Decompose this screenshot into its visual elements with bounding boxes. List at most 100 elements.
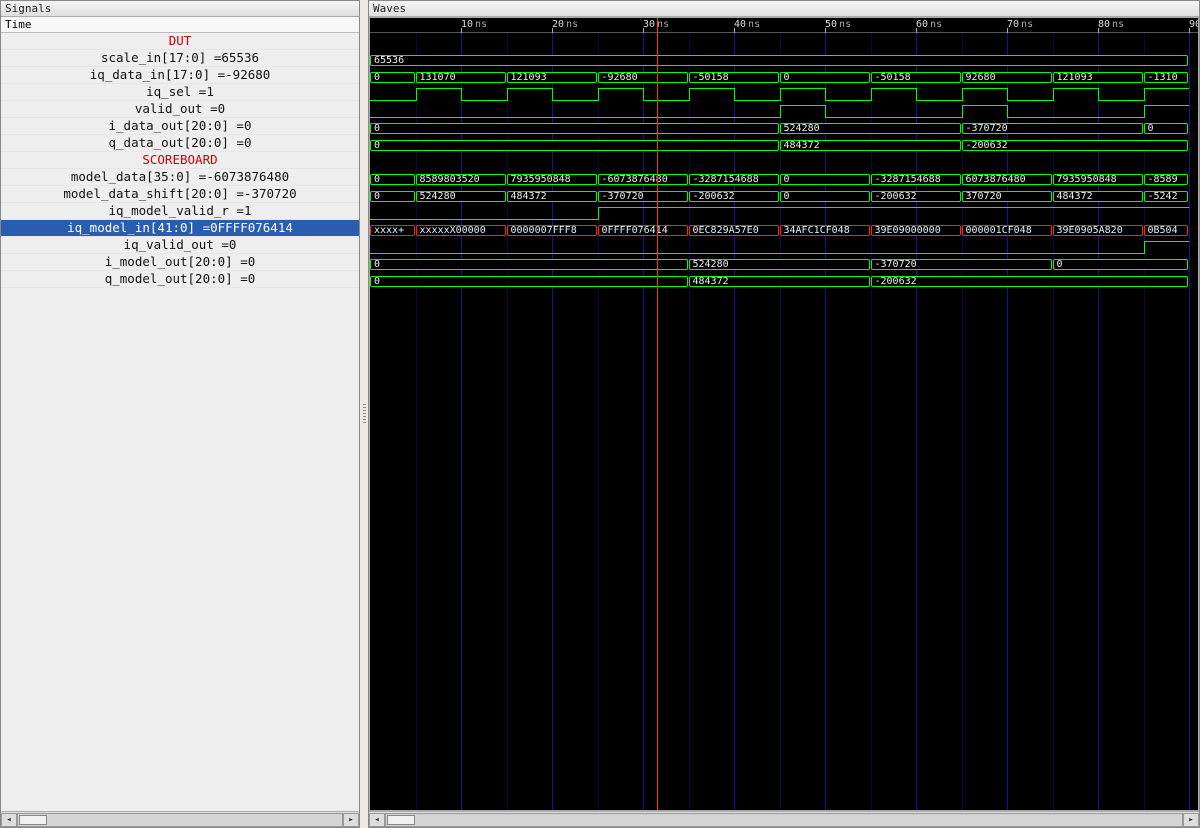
bus-segment: 0FFFF076414 [598, 225, 688, 236]
wave-row[interactable] [370, 86, 1198, 103]
scroll-left-icon[interactable]: ◂ [369, 813, 385, 827]
signal-row[interactable]: iq_data_in[17:0] =-92680 [1, 67, 359, 84]
panel-splitter[interactable] [360, 0, 368, 828]
scroll-thumb[interactable] [19, 815, 47, 825]
bus-segment: -200632 [962, 140, 1189, 151]
bus-segment: 6073876480 [962, 174, 1052, 185]
bit-line [962, 88, 1008, 89]
signal-row[interactable]: iq_sel =1 [1, 84, 359, 101]
bus-segment: 0000007FFF8 [507, 225, 597, 236]
bit-line [1007, 117, 1144, 118]
bit-line [370, 253, 1144, 254]
bus-segment: -200632 [871, 191, 961, 202]
bit-edge [825, 105, 826, 118]
bit-edge [825, 88, 826, 101]
wave-row[interactable] [370, 239, 1198, 256]
signal-row[interactable]: i_data_out[20:0] =0 [1, 118, 359, 135]
bus-segment: -50158 [871, 72, 961, 83]
signal-row[interactable]: iq_valid_out =0 [1, 237, 359, 254]
wave-row[interactable]: 0484372-200632 [370, 273, 1198, 290]
wave-row[interactable]: 0131070121093-92680-501580-5015892680121… [370, 69, 1198, 86]
signals-scrollbar[interactable]: ◂ ▸ [1, 811, 359, 827]
wave-row[interactable] [370, 205, 1198, 222]
bit-line [825, 100, 871, 101]
wave-row[interactable]: 0524280484372-370720-2006320-20063237072… [370, 188, 1198, 205]
signal-row[interactable]: iq_model_in[41:0] =0FFFF076414 [1, 220, 359, 237]
bit-edge [780, 105, 781, 118]
waves-scrollbar[interactable]: ◂ ▸ [369, 811, 1199, 827]
bus-segment: 0 [370, 123, 779, 134]
bit-line [1144, 105, 1190, 106]
signal-row[interactable]: model_data[35:0] =-6073876480 [1, 169, 359, 186]
wave-row[interactable]: 65536 [370, 52, 1198, 69]
signal-row[interactable]: q_model_out[20:0] =0 [1, 271, 359, 288]
bus-segment: 8589803520 [416, 174, 506, 185]
bit-edge [962, 88, 963, 101]
signal-row[interactable]: iq_model_valid_r =1 [1, 203, 359, 220]
bus-segment: -3287154688 [689, 174, 779, 185]
bus-segment: 0EC829A57E0 [689, 225, 779, 236]
bit-line [598, 88, 644, 89]
bit-line [1144, 88, 1190, 89]
bit-line [1098, 100, 1144, 101]
signal-group-header[interactable]: SCOREBOARD [1, 152, 359, 169]
wave-row[interactable] [370, 154, 1198, 171]
bit-line [507, 88, 553, 89]
bus-segment: 131070 [416, 72, 506, 83]
wave-row[interactable] [370, 103, 1198, 120]
signal-group-header[interactable]: DUT [1, 33, 359, 50]
ruler-tick: 20ns [552, 18, 578, 33]
ruler-tick: 80ns [1098, 18, 1124, 33]
signals-panel: Signals Time DUTscale_in[17:0] =65536iq_… [0, 0, 360, 828]
time-header: Time [1, 17, 359, 33]
bus-segment: 484372 [1053, 191, 1143, 202]
bit-edge [416, 88, 417, 101]
signal-row[interactable]: q_data_out[20:0] =0 [1, 135, 359, 152]
bit-edge [1144, 88, 1145, 101]
signal-row[interactable]: scale_in[17:0] =65536 [1, 50, 359, 67]
bus-segment: 484372 [507, 191, 597, 202]
scroll-thumb[interactable] [387, 815, 415, 825]
bit-edge [552, 88, 553, 101]
scroll-track[interactable] [17, 813, 343, 827]
wave-row[interactable] [370, 35, 1198, 52]
signal-row[interactable]: i_model_out[20:0] =0 [1, 254, 359, 271]
scroll-left-icon[interactable]: ◂ [1, 813, 17, 827]
ruler-tick: 40ns [734, 18, 760, 33]
time-cursor[interactable] [657, 18, 658, 810]
bit-line [825, 117, 962, 118]
bus-segment: -8589 [1144, 174, 1189, 185]
wave-row[interactable]: 0524280-3707200 [370, 256, 1198, 273]
wave-row[interactable]: 0524280-3707200 [370, 120, 1198, 137]
signal-list[interactable]: DUTscale_in[17:0] =65536iq_data_in[17:0]… [1, 33, 359, 811]
wave-area[interactable]: 10ns20ns30ns40ns50ns60ns70ns80ns90ns 655… [369, 17, 1199, 811]
signal-row[interactable]: valid_out =0 [1, 101, 359, 118]
bit-line [1053, 88, 1099, 89]
wave-row[interactable]: 085898035207935950848-6073876480-3287154… [370, 171, 1198, 188]
time-ruler[interactable]: 10ns20ns30ns40ns50ns60ns70ns80ns90ns [370, 18, 1198, 33]
bus-segment: xxxx+ [370, 225, 415, 236]
bus-segment: 0 [370, 276, 688, 287]
bit-line [461, 100, 507, 101]
bus-segment: 484372 [689, 276, 870, 287]
wave-row[interactable]: xxxx+xxxxxX000000000007FFF80FFFF0764140E… [370, 222, 1198, 239]
signal-row[interactable]: model_data_shift[20:0] =-370720 [1, 186, 359, 203]
bus-segment: 0 [780, 174, 870, 185]
bit-edge [916, 88, 917, 101]
bus-segment: 370720 [962, 191, 1052, 202]
bit-edge [461, 88, 462, 101]
wave-row[interactable]: 0484372-200632 [370, 137, 1198, 154]
bit-line [598, 207, 1190, 208]
bus-segment: 7935950848 [1053, 174, 1143, 185]
bus-segment: 524280 [689, 259, 870, 270]
scroll-right-icon[interactable]: ▸ [343, 813, 359, 827]
scroll-right-icon[interactable]: ▸ [1183, 813, 1199, 827]
bit-edge [962, 105, 963, 118]
bit-edge [1007, 88, 1008, 101]
bus-segment: 39E09000000 [871, 225, 961, 236]
bus-segment: 0 [370, 191, 415, 202]
bit-line [1007, 100, 1053, 101]
scroll-track[interactable] [385, 813, 1183, 827]
bus-segment: -92680 [598, 72, 688, 83]
waves-title: Waves [369, 1, 1199, 17]
